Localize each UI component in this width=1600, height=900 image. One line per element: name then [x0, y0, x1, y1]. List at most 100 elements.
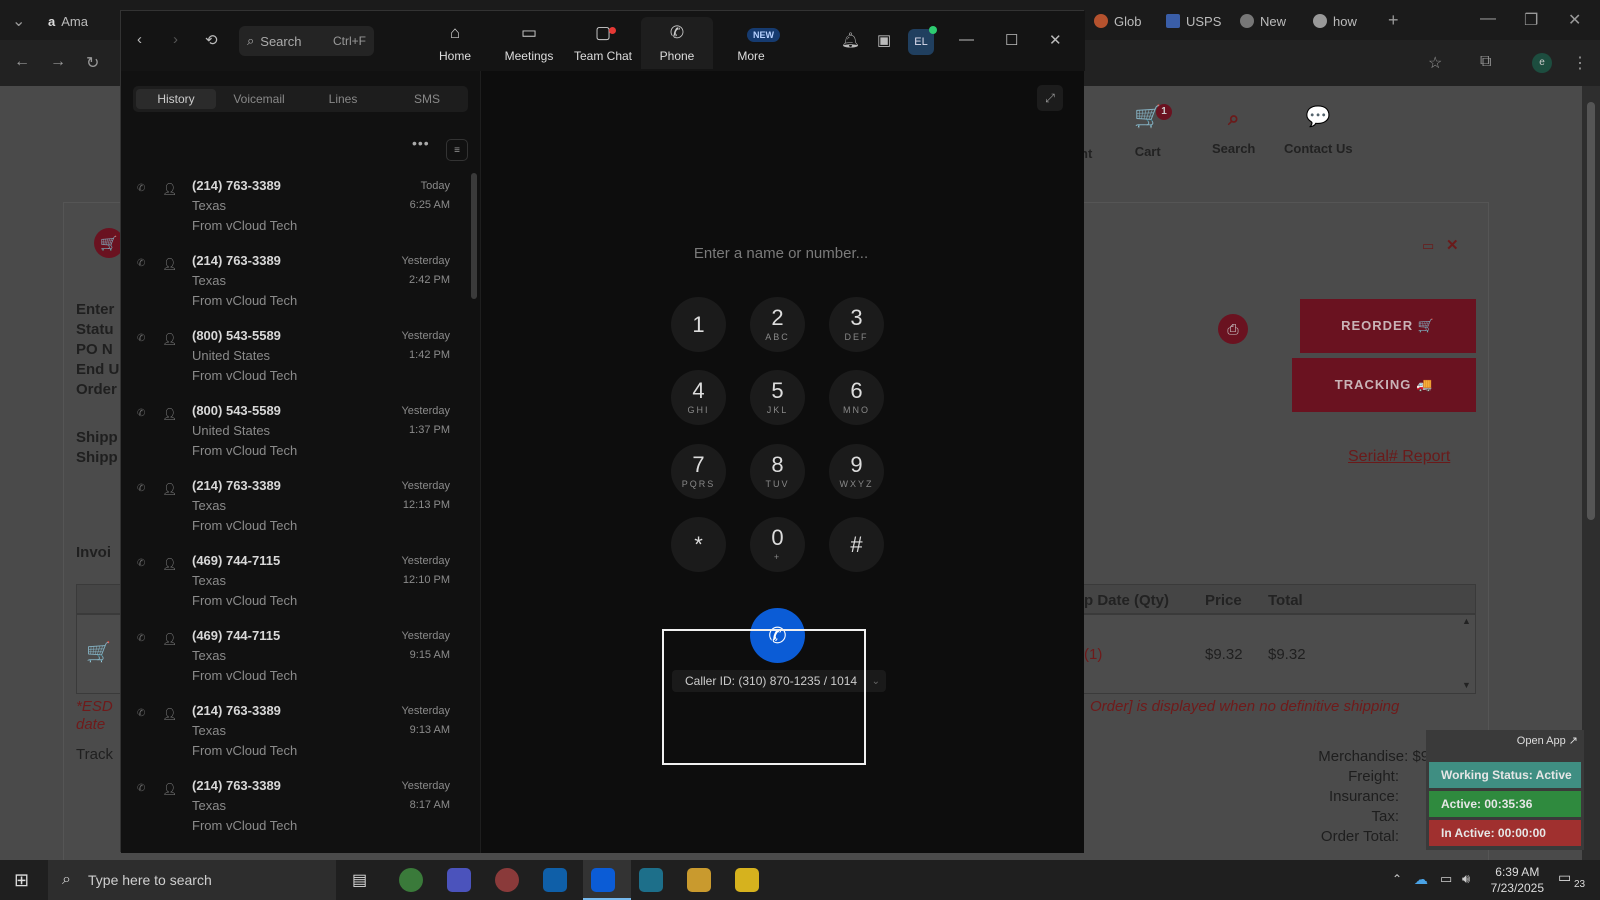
- extensions-icon[interactable]: ⧉: [1480, 53, 1491, 71]
- zoom-search[interactable]: ⌕ Search Ctrl+F: [239, 26, 374, 56]
- key-letters: JKL: [766, 405, 789, 415]
- history-icon[interactable]: ⟲: [205, 31, 218, 49]
- close-icon[interactable]: ✕: [1049, 31, 1062, 49]
- keypad-key[interactable]: 3 DEF: [829, 297, 884, 352]
- expand-icon[interactable]: ⤢: [1037, 85, 1063, 111]
- task-view-icon[interactable]: ▤: [352, 870, 367, 890]
- call-line: From vCloud Tech: [192, 443, 298, 458]
- browser-tab-amazon[interactable]: a Ama: [48, 10, 88, 32]
- notification-center-icon[interactable]: ▭: [1558, 869, 1571, 886]
- vscode-icon[interactable]: [639, 868, 663, 892]
- taskbar-clock[interactable]: 6:39 AM 7/23/2025: [1491, 864, 1544, 896]
- tray-chevron-icon[interactable]: ⌃: [1392, 872, 1402, 886]
- contact-person-icon: 👤︎: [162, 557, 178, 571]
- tab-home[interactable]: ⌂ Home: [419, 17, 491, 69]
- browser-tab-usps[interactable]: USPS: [1166, 10, 1221, 32]
- keypad-key[interactable]: 0 +: [750, 517, 805, 572]
- nav-search[interactable]: ⌕ Search: [1212, 108, 1255, 156]
- new-tab-icon[interactable]: +: [1388, 10, 1399, 31]
- bookmark-star-icon[interactable]: ☆: [1428, 53, 1442, 73]
- restore-icon[interactable]: ❐: [1524, 10, 1538, 30]
- browser-menu-icon[interactable]: ⋮: [1572, 53, 1588, 73]
- open-app-link[interactable]: Open App ↗: [1517, 734, 1578, 747]
- browser-tab-new[interactable]: New: [1240, 10, 1286, 32]
- tab-team-chat[interactable]: ▢ Team Chat: [567, 17, 639, 69]
- taskbar-search[interactable]: ⌕ Type here to search: [48, 860, 336, 900]
- minimize-icon[interactable]: —: [959, 31, 974, 48]
- call-day: Today: [420, 180, 450, 192]
- call-history-row[interactable]: ✆ 👤︎ (214) 763-3389 Texas From vCloud Tech Ye…: [121, 698, 469, 773]
- keypad-key[interactable]: 7 PQRS: [671, 444, 726, 499]
- tab-list-icon[interactable]: ⌄: [12, 11, 25, 31]
- file-explorer-icon[interactable]: [687, 868, 711, 892]
- keypad-key[interactable]: 5 JKL: [750, 370, 805, 425]
- chrome-icon[interactable]: [399, 868, 423, 892]
- profile-avatar[interactable]: e: [1532, 53, 1552, 73]
- tab-phone[interactable]: ✆ Phone: [641, 17, 713, 69]
- maximize-icon[interactable]: ▭: [1422, 238, 1434, 254]
- chrome-profile-icon[interactable]: [495, 868, 519, 892]
- nav-cart[interactable]: 🛒 1 Cart: [1134, 104, 1172, 159]
- serial-report-link[interactable]: Serial# Report: [1348, 448, 1450, 466]
- zoom-icon[interactable]: [591, 868, 615, 892]
- sticky-notes-icon[interactable]: [735, 868, 759, 892]
- keypad-key[interactable]: 2 ABC: [750, 297, 805, 352]
- call-history-row[interactable]: ✆ 👤︎ (214) 763-3389 Texas From vCloud Tech Ye…: [121, 473, 469, 548]
- onedrive-icon[interactable]: ☁: [1414, 871, 1428, 888]
- notification-bell-icon[interactable]: 🔔︎: [841, 31, 860, 49]
- forward-icon[interactable]: →: [50, 53, 66, 71]
- key-letters: GHI: [687, 405, 710, 415]
- call-history-row[interactable]: ✆ 👤︎ (469) 744-7115 Texas From vCloud Tech Ye…: [121, 548, 469, 623]
- filter-icon[interactable]: ≡: [446, 139, 468, 161]
- call-history-row[interactable]: ✆ 👤︎ (214) 763-3389 Texas From vCloud Tech Ye…: [121, 248, 469, 323]
- browser-tab-how[interactable]: how: [1313, 10, 1357, 32]
- keypad-key[interactable]: #: [829, 517, 884, 572]
- keypad-key[interactable]: 6 MNO: [829, 370, 884, 425]
- call-history-row[interactable]: ✆ 👤︎ (214) 763-3389 Texas From vCloud Tech Ye…: [121, 773, 469, 848]
- windows-start-icon[interactable]: ⊞: [14, 870, 29, 891]
- close-order-icon[interactable]: ✕: [1446, 236, 1459, 254]
- back-icon[interactable]: ←: [14, 53, 30, 71]
- network-icon[interactable]: ▭: [1440, 871, 1452, 887]
- whiteboard-icon[interactable]: ▣: [877, 31, 891, 49]
- scrollbar-thumb[interactable]: [1587, 102, 1595, 520]
- table-scroll-down-icon[interactable]: ▼: [1462, 680, 1471, 690]
- keypad-key[interactable]: 8 TUV: [750, 444, 805, 499]
- reorder-button[interactable]: REORDER 🛒: [1300, 299, 1476, 353]
- back-icon[interactable]: ‹: [137, 31, 142, 48]
- call-history-row[interactable]: ✆ 👤︎ (800) 543-5589 United States From vClou…: [121, 323, 469, 398]
- keypad-key[interactable]: 1: [671, 297, 726, 352]
- reload-icon[interactable]: ↻: [86, 53, 99, 73]
- tab-more[interactable]: · More NEW: [715, 17, 787, 69]
- call-history-row[interactable]: ✆ 👤︎ (214) 763-3389 Texas From vCloud Tech To…: [121, 173, 469, 248]
- volume-icon[interactable]: 🔊︎: [1462, 871, 1470, 887]
- close-icon[interactable]: ✕: [1568, 10, 1581, 30]
- nav-contact-us[interactable]: 💬 Contact Us: [1284, 104, 1353, 156]
- list-scrollbar[interactable]: [471, 173, 477, 299]
- minimize-icon[interactable]: —: [1480, 10, 1496, 28]
- table-scroll-up-icon[interactable]: ▲: [1462, 616, 1471, 626]
- maximize-icon[interactable]: ☐: [1005, 31, 1018, 49]
- tab-sms[interactable]: SMS: [387, 89, 467, 109]
- teams-icon[interactable]: [447, 868, 471, 892]
- browser-tab-glob[interactable]: Glob: [1094, 10, 1141, 32]
- print-icon[interactable]: ⎙: [1218, 314, 1248, 344]
- tab-history[interactable]: History: [136, 89, 216, 109]
- tab-voicemail[interactable]: Voicemail: [219, 89, 299, 109]
- tab-meetings[interactable]: ▭ Meetings: [493, 17, 565, 69]
- more-options-icon[interactable]: •••: [412, 135, 430, 151]
- keypad-key[interactable]: 4 GHI: [671, 370, 726, 425]
- call-time: 2:42 PM: [409, 274, 450, 286]
- keypad-key[interactable]: *: [671, 517, 726, 572]
- tab-lines[interactable]: Lines: [303, 89, 383, 109]
- call-history-row[interactable]: ✆ 👤︎ (469) 744-7115 Texas From vCloud Tech Ye…: [121, 623, 469, 698]
- dial-number-input[interactable]: Enter a name or number...: [581, 245, 981, 262]
- keypad-key[interactable]: 9 WXYZ: [829, 444, 884, 499]
- row-cart-icon[interactable]: 🛒: [86, 640, 111, 665]
- forward-icon[interactable]: ›: [173, 31, 178, 48]
- page-scrollbar[interactable]: [1582, 86, 1600, 860]
- tracking-button[interactable]: TRACKING 🚚: [1292, 358, 1476, 412]
- outlook-icon[interactable]: [543, 868, 567, 892]
- avatar[interactable]: EL: [908, 26, 937, 55]
- call-history-row[interactable]: ✆ 👤︎ (800) 543-5589 United States From vClou…: [121, 398, 469, 473]
